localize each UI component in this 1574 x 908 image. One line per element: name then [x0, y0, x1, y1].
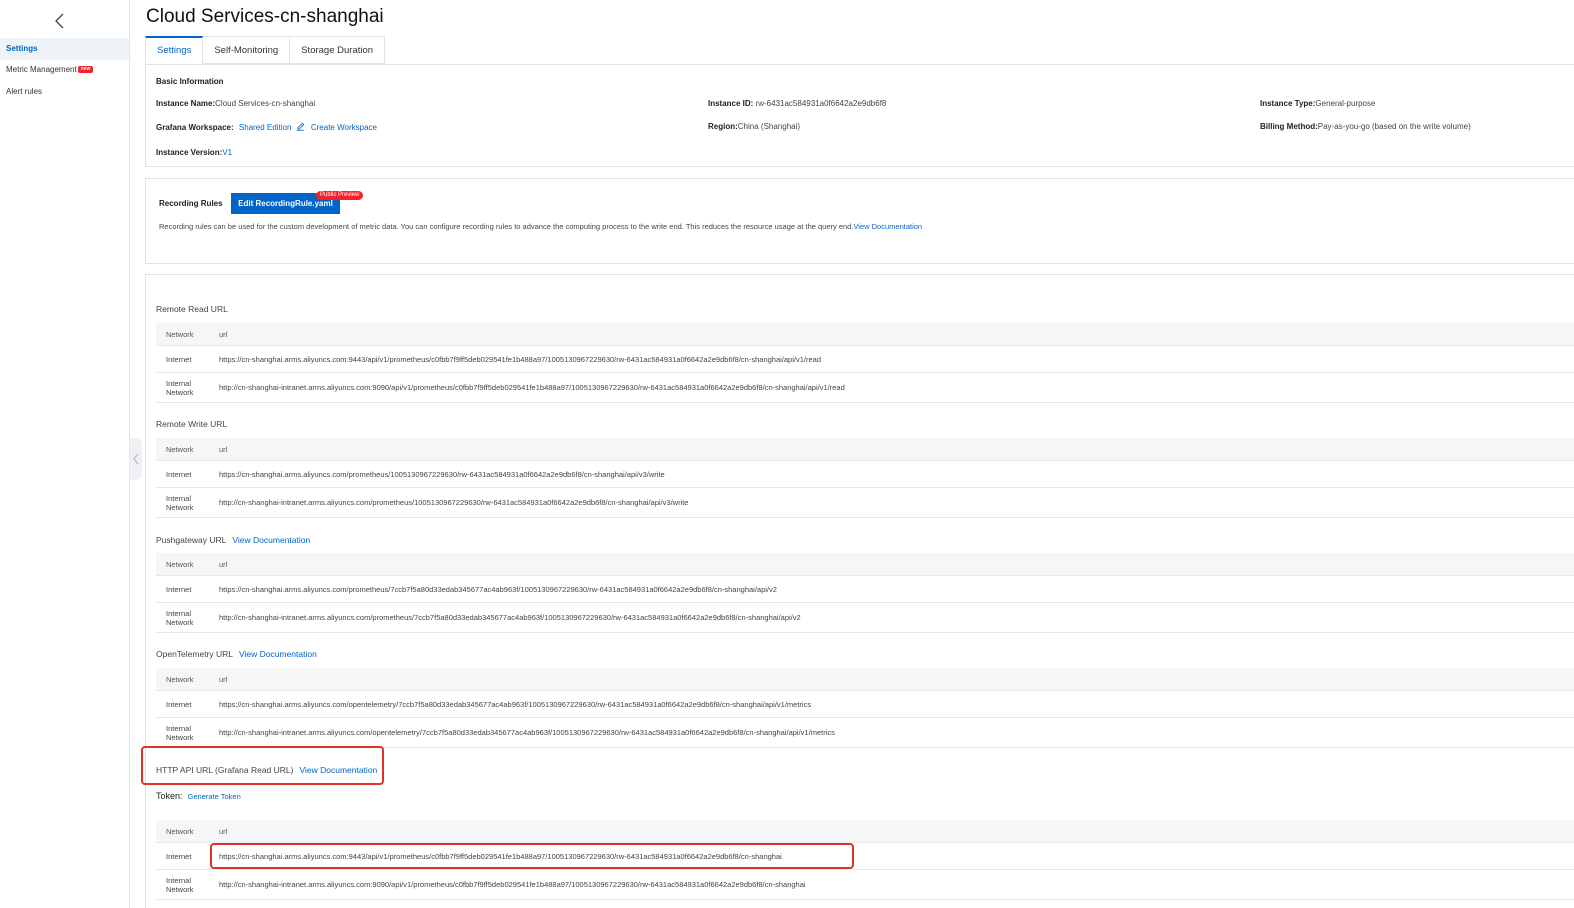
- pushgateway-title: Pushgateway URL View Documentation: [156, 535, 311, 545]
- tab-settings[interactable]: Settings: [145, 36, 204, 64]
- edit-icon[interactable]: [296, 122, 305, 131]
- token-row: Token: Generate Token: [156, 791, 241, 801]
- url-text[interactable]: http://cn-shanghai-intranet.arms.aliyunc…: [219, 880, 1574, 889]
- pushgateway-doc-link[interactable]: View Documentation: [232, 535, 310, 545]
- grafana-workspace: Grafana Workspace: Shared Edition Create…: [156, 122, 377, 132]
- tab-self-monitoring[interactable]: Self-Monitoring: [203, 36, 291, 64]
- table-row: Internet https://cn-shanghai.arms.aliyunc…: [156, 843, 1574, 870]
- region: Region:China (Shanghai): [708, 122, 801, 131]
- page-title: Cloud Services-cn-shanghai: [146, 6, 384, 27]
- shared-edition-link[interactable]: Shared Edition: [239, 123, 291, 132]
- basic-information-heading: Basic Information: [156, 77, 224, 86]
- tab-bar: Settings Self-Monitoring Storage Duratio…: [145, 36, 386, 64]
- url-text[interactable]: https://cn-shanghai.arms.aliyuncs.com/op…: [219, 700, 1574, 709]
- generate-token-link[interactable]: Generate Token: [188, 792, 241, 801]
- instance-version: Instance Version:V1: [156, 148, 233, 157]
- recording-rules-description: Recording rules can be used for the cust…: [159, 222, 923, 231]
- recording-rules-title: Recording Rules: [159, 199, 223, 208]
- url-text[interactable]: https://cn-shanghai.arms.aliyuncs.com:94…: [219, 852, 1574, 861]
- url-text[interactable]: http://cn-shanghai-intranet.arms.aliyunc…: [219, 498, 1574, 507]
- url-text[interactable]: https://cn-shanghai.arms.aliyuncs.com/pr…: [219, 470, 1574, 479]
- table-row: Internet https://cn-shanghai.arms.aliyunc…: [156, 346, 1574, 373]
- table-header: Network url: [156, 438, 1574, 461]
- url-text[interactable]: http://cn-shanghai-intranet.arms.aliyunc…: [219, 613, 1574, 622]
- http-api-doc-link[interactable]: View Documentation: [299, 765, 377, 775]
- opentelemetry-title: OpenTelemetry URL View Documentation: [156, 649, 317, 659]
- pushgateway-table: Network url Internet https://cn-shanghai.a…: [156, 553, 1574, 633]
- table-header: Network url: [156, 820, 1574, 843]
- table-row: Internet https://cn-shanghai.arms.aliyunc…: [156, 576, 1574, 603]
- url-text[interactable]: https://cn-shanghai.arms.aliyuncs.com:94…: [219, 355, 1574, 364]
- table-header: Network url: [156, 553, 1574, 576]
- opentelemetry-doc-link[interactable]: View Documentation: [239, 649, 317, 659]
- urls-card: Remote Read URL Network url Internet https…: [145, 274, 1574, 908]
- remote-read-table: Network url Internet https://cn-shanghai.a…: [156, 323, 1574, 403]
- new-badge: new: [77, 66, 94, 73]
- recording-rules-card: Recording Rules Edit RecordingRule.yaml …: [145, 178, 1574, 264]
- table-row: Internal Network http://cn-shanghai-intra…: [156, 373, 1574, 403]
- url-text[interactable]: https://cn-shanghai.arms.aliyuncs.com/pr…: [219, 585, 1574, 594]
- create-workspace-link[interactable]: Create Workspace: [311, 123, 377, 132]
- table-row: Internet https://cn-shanghai.arms.aliyunc…: [156, 461, 1574, 488]
- table-row: Internal Network http://cn-shanghai-intra…: [156, 718, 1574, 748]
- sidebar-collapse-handle[interactable]: [130, 438, 142, 480]
- remote-write-title: Remote Write URL: [156, 419, 228, 429]
- table-row: Internal Network http://cn-shanghai-intra…: [156, 870, 1574, 900]
- instance-type: Instance Type:General-purpose: [1260, 99, 1376, 108]
- tab-storage-duration[interactable]: Storage Duration: [290, 36, 386, 64]
- table-row: Internal Network http://cn-shanghai-intra…: [156, 603, 1574, 633]
- opentelemetry-table: Network url Internet https://cn-shanghai.a…: [156, 668, 1574, 748]
- url-text[interactable]: http://cn-shanghai-intranet.arms.aliyunc…: [219, 383, 1574, 392]
- table-row: Internet https://cn-shanghai.arms.aliyunc…: [156, 691, 1574, 718]
- http-api-title: HTTP API URL (Grafana Read URL) View Docu…: [156, 765, 378, 775]
- chevron-left-icon[interactable]: [52, 12, 68, 30]
- table-header: Network url: [156, 323, 1574, 346]
- chevron-left-icon: [133, 453, 139, 465]
- sidebar-item-alert-rules[interactable]: Alert rules: [0, 81, 129, 103]
- sidebar-item-metric-management[interactable]: Metric Management new: [0, 59, 129, 81]
- instance-id: Instance ID: rw-6431ac584931a0f6642a2e9d…: [708, 99, 887, 108]
- sidebar-item-settings[interactable]: Settings: [0, 38, 129, 60]
- instance-name: Instance Name:Cloud Services-cn-shanghai: [156, 99, 316, 108]
- table-header: Network url: [156, 668, 1574, 691]
- table-row: Internal Network http://cn-shanghai-intra…: [156, 488, 1574, 518]
- billing-method: Billing Method:Pay-as-you-go (based on t…: [1260, 122, 1471, 131]
- public-preview-badge: Public Preview: [316, 191, 364, 200]
- sidebar: Settings Metric Management new Alert rule…: [0, 0, 130, 908]
- remote-read-title: Remote Read URL: [156, 304, 228, 314]
- remote-write-table: Network url Internet https://cn-shanghai.a…: [156, 438, 1574, 518]
- basic-information-card: Basic Information Instance Name:Cloud Se…: [145, 64, 1574, 167]
- http-api-table: Network url Internet https://cn-shanghai.a…: [156, 820, 1574, 900]
- recording-doc-link[interactable]: View Documentation: [853, 222, 922, 231]
- url-text[interactable]: http://cn-shanghai-intranet.arms.aliyunc…: [219, 728, 1574, 737]
